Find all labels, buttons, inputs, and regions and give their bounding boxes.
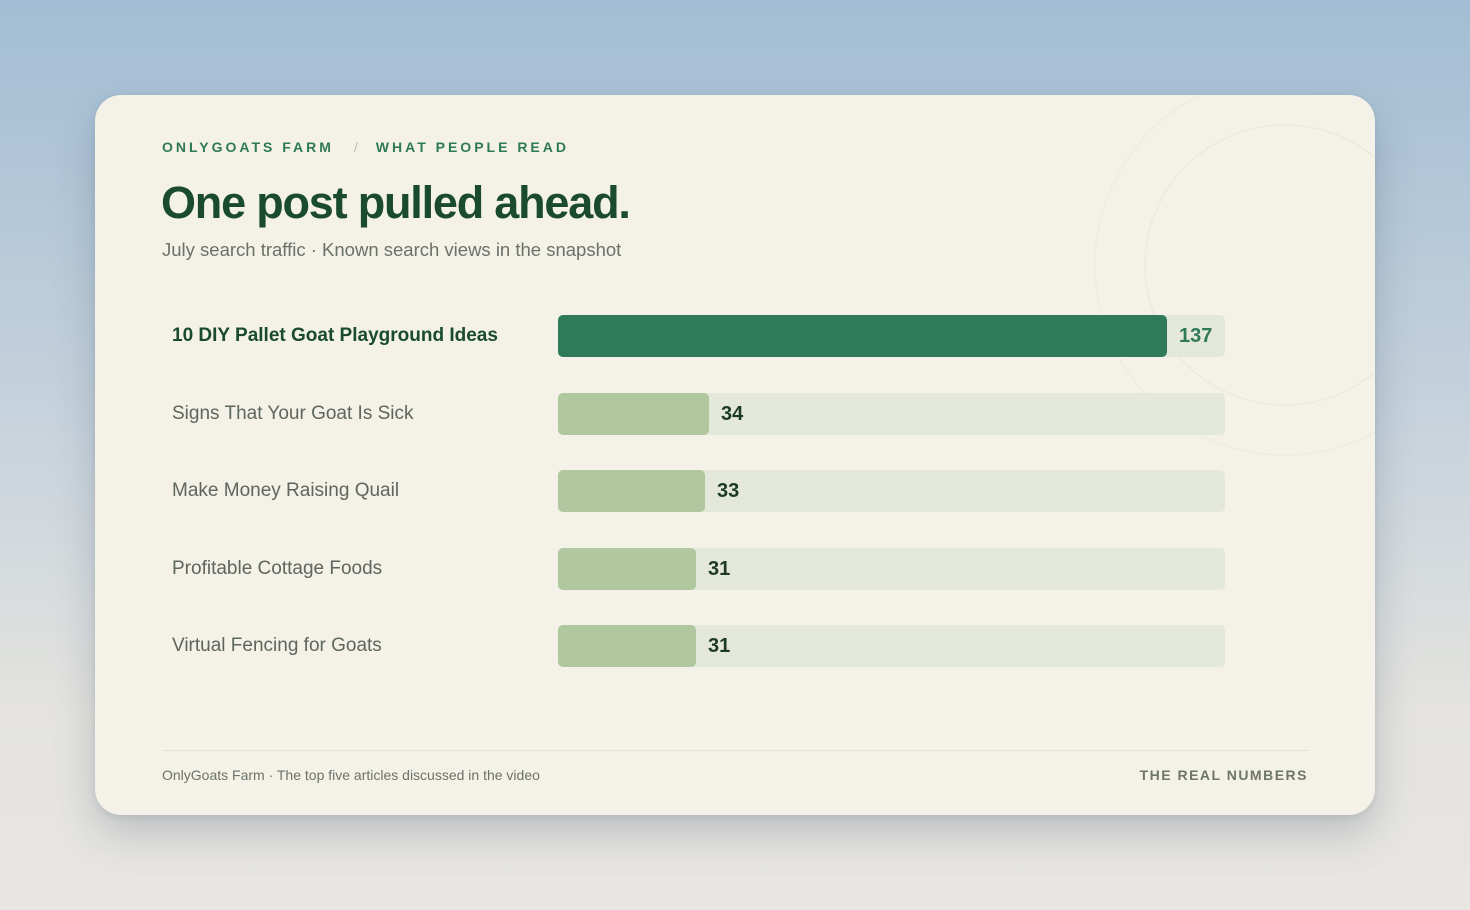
bar-track-virtual-fencing: 31 [558, 625, 1225, 667]
chart-card: ONLYGOATS FARM / WHAT PEOPLE READ One post… [95, 95, 1375, 815]
bar-label-goat-sick: Signs That Your Goat Is Sick [172, 402, 414, 424]
bar-pallet-playground [558, 315, 1167, 357]
bar-value-cottage-foods: 31 [708, 557, 731, 580]
bar-chart: 10 DIY Pallet Goat Playground Ideas 137 Si… [95, 95, 1375, 815]
bar-cottage-foods [558, 547, 696, 590]
bar-track-goat-sick: 34 [558, 392, 1225, 435]
bar-label-virtual-fencing: Virtual Fencing for Goats [172, 635, 382, 656]
bar-value-raising-quail: 33 [717, 480, 740, 502]
bar-value-pallet-playground: 137 [1179, 325, 1213, 347]
bar-track-cottage-foods: 31 [558, 547, 1225, 590]
bar-label-raising-quail: Make Money Raising Quail [172, 480, 400, 501]
bar-value-goat-sick: 34 [721, 402, 744, 425]
bar-track-pallet-playground: 137 [558, 315, 1225, 357]
bar-raising-quail [558, 470, 705, 512]
bar-label-cottage-foods: Profitable Cottage Foods [172, 557, 383, 579]
footer-divider [162, 750, 1308, 751]
bar-goat-sick [558, 392, 709, 435]
bar-track-raising-quail: 33 [558, 470, 1225, 512]
bar-virtual-fencing [558, 625, 696, 667]
footer-source: OnlyGoats Farm · The top five articles d… [162, 767, 540, 783]
bar-value-virtual-fencing: 31 [708, 635, 731, 657]
bar-label-pallet-playground: 10 DIY Pallet Goat Playground Ideas [172, 325, 498, 346]
footer-tag: THE REAL NUMBERS [1139, 767, 1308, 783]
